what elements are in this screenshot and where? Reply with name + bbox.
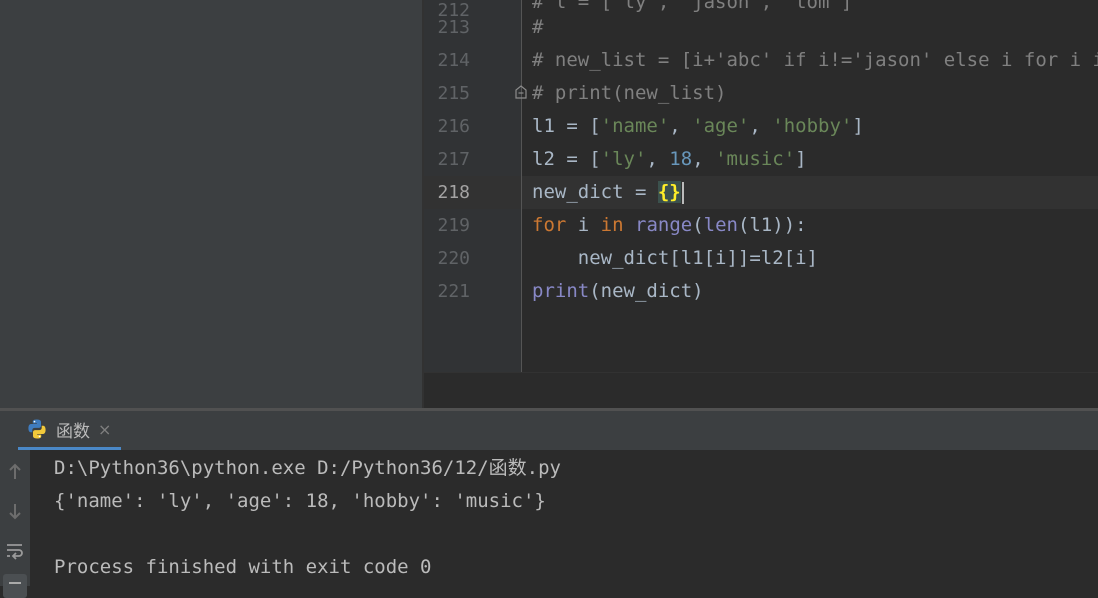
line-number: 214 — [437, 50, 470, 71]
run-tab[interactable]: 函数 × — [18, 411, 122, 450]
arrow-up-icon[interactable] — [3, 460, 27, 484]
console-output[interactable]: D:\Python36\python.exe D:/Python36/12/函数… — [30, 450, 1098, 586]
scroll-to-end-icon[interactable] — [3, 574, 27, 598]
line-number: 217 — [437, 149, 470, 170]
line-number: 216 — [437, 116, 470, 137]
python-icon — [28, 419, 46, 439]
line-number: 221 — [437, 281, 470, 302]
code-line-active[interactable]: new_dict = {} — [532, 176, 684, 209]
gutter-separator — [521, 0, 522, 372]
close-icon[interactable]: × — [98, 420, 111, 439]
code-line[interactable]: # new_list = [i+'abc' if i!='jason' else… — [532, 44, 1098, 77]
console-line: {'name': 'ly', 'age': 18, 'hobby': 'musi… — [54, 490, 546, 512]
line-number-active: 218 — [437, 182, 470, 203]
run-toolbar — [0, 450, 30, 598]
arrow-down-icon[interactable] — [3, 499, 27, 523]
console-line: D:\Python36\python.exe D:/Python36/12/函数… — [54, 457, 561, 479]
line-number: 215 — [437, 83, 470, 104]
console-line: Process finished with exit code 0 — [54, 556, 432, 578]
run-tab-bar: 函数 × — [0, 411, 1098, 451]
current-line-highlight — [424, 176, 1098, 209]
code-line[interactable]: print(new_dict) — [532, 275, 704, 308]
code-line[interactable]: # — [532, 11, 543, 44]
project-panel — [0, 0, 422, 408]
code-line[interactable]: # print(new_list) — [532, 77, 726, 110]
soft-wrap-icon[interactable] — [3, 539, 27, 563]
code-line[interactable]: l2 = ['ly', 18, 'music'] — [532, 143, 807, 176]
code-line[interactable]: new_dict[l1[i]]=l2[i] — [532, 242, 818, 275]
editor-bottom-area — [424, 372, 1098, 409]
line-number: 219 — [437, 215, 470, 236]
line-number: 213 — [437, 17, 470, 38]
fold-marker-icon[interactable] — [514, 84, 528, 100]
run-tab-label: 函数 — [56, 421, 90, 442]
code-line[interactable]: for i in range(len(l1)): — [532, 209, 807, 242]
code-line[interactable]: l1 = ['name', 'age', 'hobby'] — [532, 110, 864, 143]
code-line[interactable]: # l = ['ly', 'jason', 'tom'] — [532, 0, 852, 19]
line-number: 220 — [437, 248, 470, 269]
